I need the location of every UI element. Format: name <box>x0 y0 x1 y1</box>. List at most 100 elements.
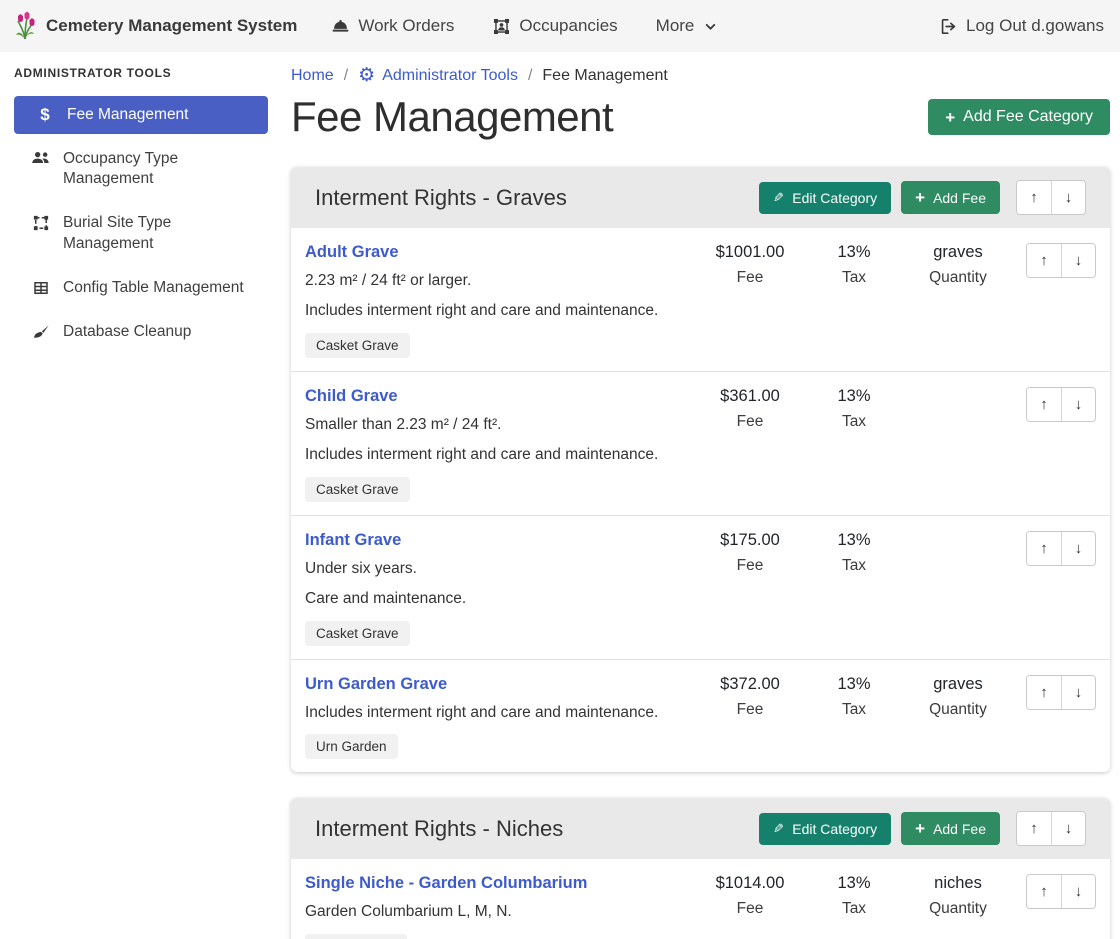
fee-values: $1014.00 Fee 13% Tax niches Quantity ↑ ↓ <box>698 874 1096 918</box>
fee-move-up-button[interactable]: ↑ <box>1027 532 1061 565</box>
arrow-up-icon: ↑ <box>1040 252 1048 269</box>
fee-row: Single Niche - Garden Columbarium Garden… <box>291 859 1110 939</box>
arrow-down-icon: ↓ <box>1065 820 1073 837</box>
fee-name-link[interactable]: Adult Grave <box>305 243 399 262</box>
nav-more-label: More <box>656 16 695 36</box>
fee-move-up-button[interactable]: ↑ <box>1027 388 1061 421</box>
sidebar-item-label: Database Cleanup <box>63 322 191 342</box>
fee-move-up-button[interactable]: ↑ <box>1027 244 1061 277</box>
breadcrumb-current: Fee Management <box>542 67 667 85</box>
logout-button[interactable]: Log Out d.gowans <box>939 16 1104 36</box>
nav-work-orders[interactable]: Work Orders <box>331 16 454 36</box>
sidebar-heading: ADMINISTRATOR TOOLS <box>14 66 268 80</box>
fee-amount-label: Fee <box>698 900 802 918</box>
fee-quantity-label: Quantity <box>906 900 1010 918</box>
fee-move-down-button[interactable]: ↓ <box>1061 388 1095 421</box>
fee-details: Child Grave Smaller than 2.23 m² / 24 ft… <box>305 387 698 502</box>
fee-move-up-button[interactable]: ↑ <box>1027 875 1061 908</box>
fee-move-down-button[interactable]: ↓ <box>1061 532 1095 565</box>
sidebar-item-config-table-management[interactable]: Config Table Management <box>14 269 268 307</box>
fee-details: Urn Garden Grave Includes interment righ… <box>305 675 698 760</box>
fee-category-card: Interment Rights - Niches ✎ Edit Categor… <box>291 798 1110 939</box>
fee-type-tag: Columbarium <box>305 934 407 939</box>
fee-quantity-column: graves Quantity <box>906 243 1010 287</box>
brand-title: Cemetery Management System <box>46 16 297 36</box>
fee-description: 2.23 m² / 24 ft² or larger. <box>305 271 698 292</box>
fee-reorder-group: ↑ ↓ <box>1026 874 1096 909</box>
nav-occupancies-label: Occupancies <box>519 16 617 36</box>
arrow-down-icon: ↓ <box>1065 189 1073 206</box>
main-content: Home / ⚙ Administrator Tools / Fee Manag… <box>280 52 1120 939</box>
gear-icon: ⚙ <box>358 66 375 85</box>
arrow-down-icon: ↓ <box>1075 396 1083 413</box>
broom-icon <box>31 323 51 342</box>
add-fee-label: Add Fee <box>933 190 986 206</box>
fee-move-up-button[interactable]: ↑ <box>1027 676 1061 709</box>
fee-name-link[interactable]: Urn Garden Grave <box>305 675 447 694</box>
arrow-up-icon: ↑ <box>1040 396 1048 413</box>
fee-amount-column: $1001.00 Fee <box>698 243 802 287</box>
sidebar-item-database-cleanup[interactable]: Database Cleanup <box>14 313 268 351</box>
arrow-down-icon: ↓ <box>1075 540 1083 557</box>
fee-details: Single Niche - Garden Columbarium Garden… <box>305 874 698 939</box>
sidebar-item-burial-site-type-management[interactable]: Burial Site Type Management <box>14 204 268 262</box>
fee-quantity-column <box>906 531 1010 538</box>
fee-name-link[interactable]: Infant Grave <box>305 531 401 550</box>
nav-occupancies[interactable]: Occupancies <box>492 16 617 36</box>
fee-move-down-button[interactable]: ↓ <box>1061 676 1095 709</box>
arrow-down-icon: ↓ <box>1075 252 1083 269</box>
fee-description: Smaller than 2.23 m² / 24 ft². <box>305 415 698 436</box>
fee-row: Infant Grave Under six years.Care and ma… <box>291 516 1110 660</box>
fee-details: Infant Grave Under six years.Care and ma… <box>305 531 698 646</box>
occupancy-badge-icon <box>492 17 511 36</box>
nav-work-orders-label: Work Orders <box>358 16 454 36</box>
fee-rows: Adult Grave 2.23 m² / 24 ft² or larger. I… <box>291 228 1110 772</box>
fee-quantity: graves <box>906 243 1010 262</box>
fee-quantity-column: niches Quantity <box>906 874 1010 918</box>
brand[interactable]: Cemetery Management System <box>12 11 297 41</box>
breadcrumb-home-link[interactable]: Home <box>291 67 334 85</box>
category-move-down-button[interactable]: ↓ <box>1051 812 1085 845</box>
plus-icon: + <box>945 109 955 126</box>
sidebar-item-label: Fee Management <box>67 105 189 125</box>
breadcrumb-admin-tools-link[interactable]: ⚙ Administrator Tools <box>358 66 518 85</box>
fee-name-link[interactable]: Single Niche - Garden Columbarium <box>305 874 587 893</box>
add-fee-button[interactable]: + Add Fee <box>901 181 1000 214</box>
fee-tax: 13% <box>802 531 906 550</box>
fee-descriptions: Includes interment right and care and ma… <box>305 703 698 724</box>
arrow-down-icon: ↓ <box>1075 883 1083 900</box>
add-fee-label: Add Fee <box>933 821 986 837</box>
sidebar-item-occupancy-type-management[interactable]: Occupancy Type Management <box>14 140 268 198</box>
edit-category-button[interactable]: ✎ Edit Category <box>759 813 891 845</box>
add-fee-button[interactable]: + Add Fee <box>901 812 1000 845</box>
edit-category-button[interactable]: ✎ Edit Category <box>759 182 891 214</box>
fee-amount: $175.00 <box>698 531 802 550</box>
logout-icon <box>939 17 958 36</box>
add-fee-category-button[interactable]: + Add Fee Category <box>928 99 1110 135</box>
sidebar: ADMINISTRATOR TOOLS $Fee Management Occup… <box>0 52 280 939</box>
fee-tax-column: 13% Tax <box>802 531 906 575</box>
fee-move-down-button[interactable]: ↓ <box>1061 875 1095 908</box>
sidebar-item-label: Config Table Management <box>63 278 244 298</box>
fee-rows: Single Niche - Garden Columbarium Garden… <box>291 859 1110 939</box>
fee-amount: $1001.00 <box>698 243 802 262</box>
fee-name-link[interactable]: Child Grave <box>305 387 398 406</box>
category-reorder-group: ↑ ↓ <box>1016 811 1086 846</box>
fee-tax-label: Tax <box>802 900 906 918</box>
fee-move-down-button[interactable]: ↓ <box>1061 244 1095 277</box>
fee-quantity: graves <box>906 675 1010 694</box>
people-icon <box>31 150 51 166</box>
fee-type-tag: Casket Grave <box>305 333 410 358</box>
category-move-down-button[interactable]: ↓ <box>1051 181 1085 214</box>
sidebar-item-fee-management[interactable]: $Fee Management <box>14 96 268 134</box>
category-move-up-button[interactable]: ↑ <box>1017 181 1051 214</box>
top-navbar: Cemetery Management System Work Orders O <box>0 0 1120 52</box>
fee-tax-label: Tax <box>802 557 906 575</box>
fee-amount: $372.00 <box>698 675 802 694</box>
arrow-up-icon: ↑ <box>1030 189 1038 206</box>
fee-category-card: Interment Rights - Graves ✎ Edit Categor… <box>291 167 1110 772</box>
fee-description: Includes interment right and care and ma… <box>305 703 698 724</box>
category-move-up-button[interactable]: ↑ <box>1017 812 1051 845</box>
nav-more[interactable]: More <box>656 16 718 36</box>
sidebar-item-label: Occupancy Type Management <box>63 149 253 189</box>
